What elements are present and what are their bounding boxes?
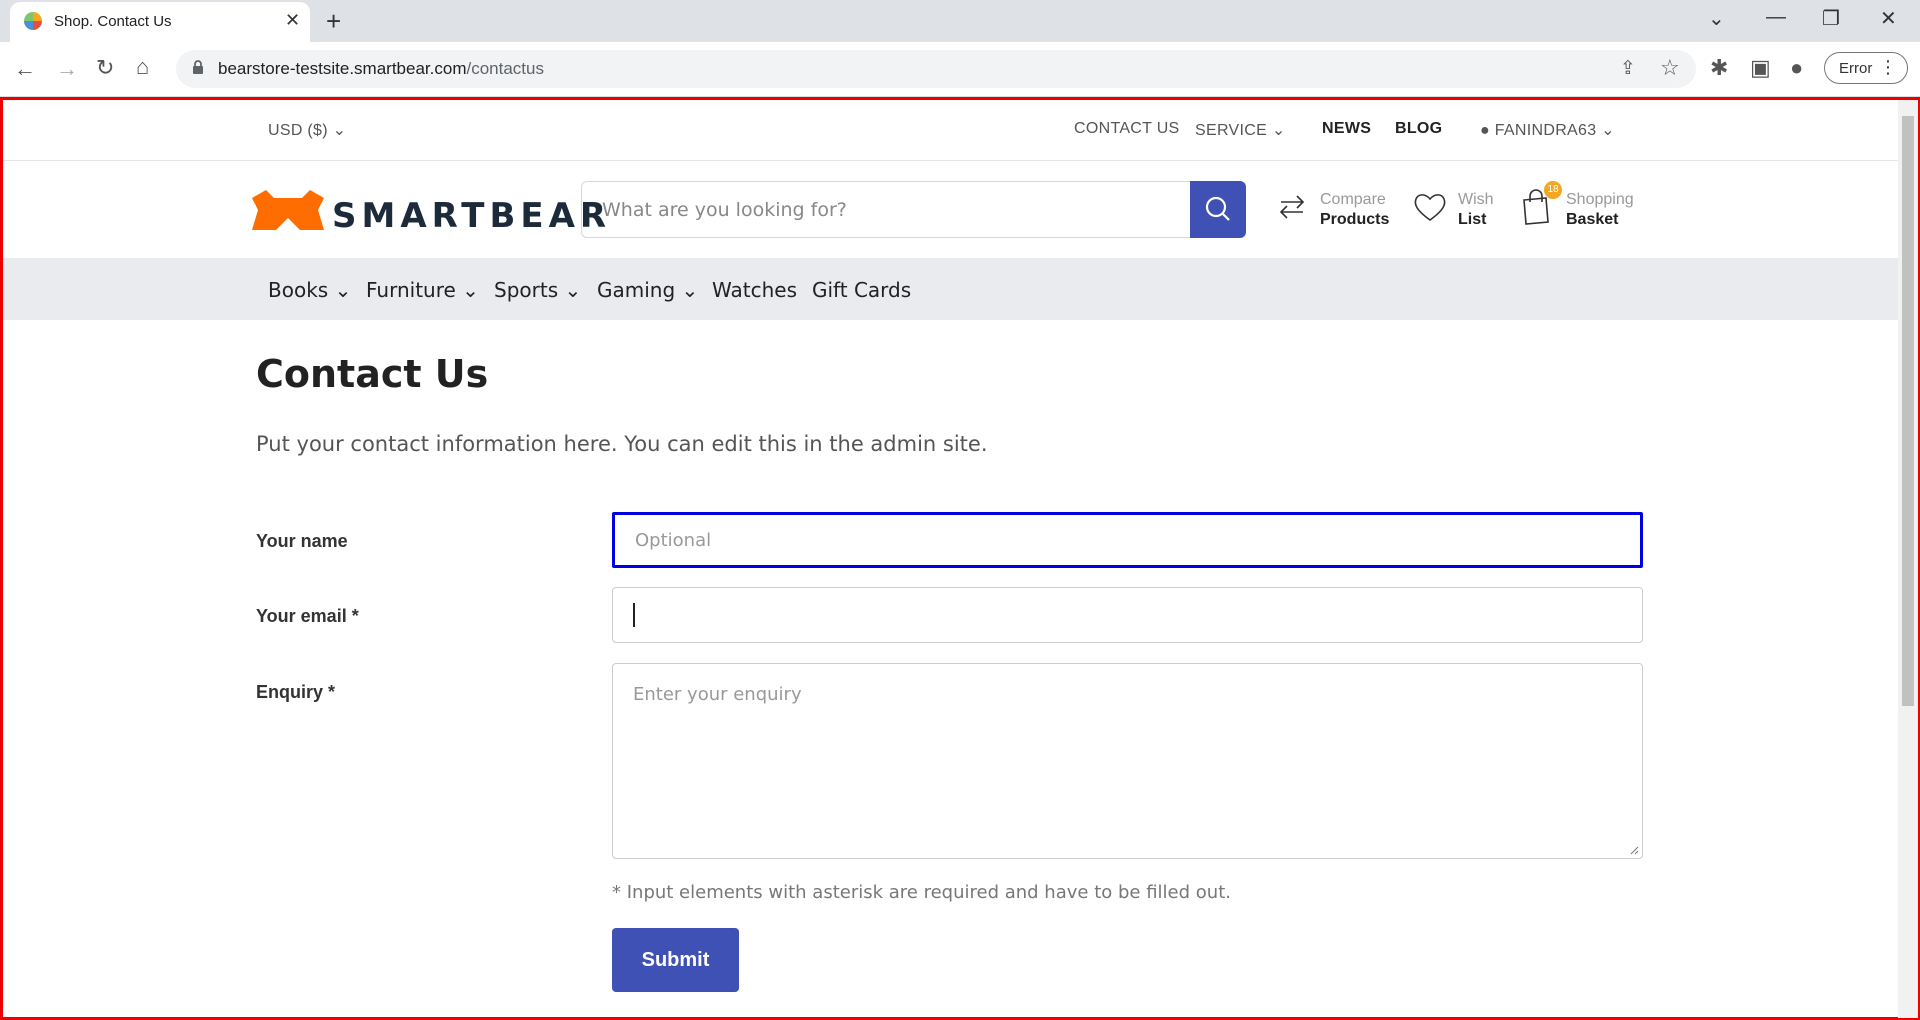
restore-icon[interactable]: ❐ xyxy=(1822,6,1840,31)
scrollbar-thumb[interactable] xyxy=(1902,116,1914,706)
name-label: Your name xyxy=(256,531,348,551)
wishlist-label[interactable]: List xyxy=(1458,211,1486,229)
tab-title: Shop. Contact Us xyxy=(54,13,172,30)
page-title: Contact Us xyxy=(256,352,489,396)
chevron-down-icon: ⌄ xyxy=(1601,122,1615,139)
basket-count-badge: 18 xyxy=(1544,181,1562,199)
divider xyxy=(3,160,1898,161)
nav-item-gift-cards[interactable]: Gift Cards xyxy=(812,278,911,302)
bookmark-star-icon[interactable]: ☆ xyxy=(1660,55,1680,81)
profile-avatar-icon[interactable]: ● xyxy=(1790,55,1803,81)
nav-item-watches[interactable]: Watches xyxy=(712,278,797,302)
minimize-icon[interactable]: — xyxy=(1766,6,1786,29)
resize-handle-icon[interactable] xyxy=(1629,845,1639,855)
compare-label-small[interactable]: Compare xyxy=(1320,191,1386,209)
reload-icon[interactable]: ↻ xyxy=(96,55,114,81)
site-favicon-icon xyxy=(24,12,42,30)
intro-text: Put your contact information here. You c… xyxy=(256,432,988,456)
blog-link[interactable]: BLOG xyxy=(1395,120,1442,138)
search-icon xyxy=(1205,196,1230,221)
lock-icon xyxy=(193,60,203,74)
service-menu[interactable]: SERVICE ⌄ xyxy=(1195,120,1286,140)
nav-item-gaming[interactable]: Gaming ⌄ xyxy=(597,278,698,302)
smartbear-logo-icon[interactable] xyxy=(252,190,324,230)
text-caret xyxy=(633,603,635,627)
new-tab-icon[interactable]: + xyxy=(326,6,341,37)
share-icon[interactable]: ⇪ xyxy=(1620,57,1636,80)
submit-button[interactable]: Submit xyxy=(612,928,739,992)
news-link[interactable]: NEWS xyxy=(1322,120,1371,138)
required-note: * Input elements with asterisk are requi… xyxy=(612,882,1231,903)
close-window-icon[interactable]: ✕ xyxy=(1880,6,1897,31)
chevron-down-icon: ⌄ xyxy=(332,122,347,139)
heart-icon[interactable] xyxy=(1412,190,1448,224)
email-input[interactable] xyxy=(612,587,1643,643)
compare-label[interactable]: Products xyxy=(1320,211,1389,229)
chevron-down-icon: ⌄ xyxy=(564,278,582,302)
forward-icon[interactable]: → xyxy=(56,56,78,82)
email-label: Your email * xyxy=(256,606,359,626)
side-panel-icon[interactable]: ▣ xyxy=(1750,55,1771,81)
basket-label[interactable]: Basket xyxy=(1566,211,1618,229)
chevron-down-icon: ⌄ xyxy=(1271,122,1286,139)
chevron-down-icon: ⌄ xyxy=(334,278,352,302)
name-input[interactable]: Optional xyxy=(612,512,1643,568)
close-tab-icon[interactable]: ✕ xyxy=(285,10,300,31)
logo-text[interactable]: SMARTBEAR xyxy=(332,196,611,236)
contact-us-link[interactable]: CONTACT US xyxy=(1074,120,1180,138)
nav-item-furniture[interactable]: Furniture ⌄ xyxy=(366,278,479,302)
tab-search-chevron-icon[interactable]: ⌄ xyxy=(1708,6,1725,31)
chevron-down-icon: ⌄ xyxy=(462,278,479,302)
search-input[interactable]: What are you looking for? xyxy=(581,181,1191,238)
basket-label-small[interactable]: Shopping xyxy=(1566,191,1634,209)
profile-error-button[interactable]: Error ⋮ xyxy=(1824,52,1908,84)
nav-item-sports[interactable]: Sports ⌄ xyxy=(494,278,581,302)
currency-selector[interactable]: USD ($) ⌄ xyxy=(268,120,346,140)
search-button[interactable] xyxy=(1190,181,1246,238)
account-menu[interactable]: ● FANINDRA63 ⌄ xyxy=(1480,120,1615,140)
browser-tabbar: Shop. Contact Us ✕ + ⌄ — ❐ ✕ xyxy=(0,0,1920,42)
url-text[interactable]: bearstore-testsite.smartbear.com/contact… xyxy=(218,59,544,79)
home-icon[interactable]: ⌂ xyxy=(136,54,149,80)
compare-icon[interactable] xyxy=(1275,190,1309,224)
wishlist-label-small[interactable]: Wish xyxy=(1458,191,1494,209)
enquiry-label: Enquiry * xyxy=(256,682,336,702)
nav-item-books[interactable]: Books ⌄ xyxy=(268,278,351,302)
browser-tab[interactable]: Shop. Contact Us ✕ xyxy=(10,2,310,42)
enquiry-textarea[interactable]: Enter your enquiry xyxy=(612,663,1643,859)
chevron-down-icon: ⌄ xyxy=(681,278,699,302)
back-icon[interactable]: ← xyxy=(14,56,36,82)
user-circle-icon: ● xyxy=(1480,122,1490,139)
extensions-icon[interactable]: ✱ xyxy=(1710,55,1728,81)
